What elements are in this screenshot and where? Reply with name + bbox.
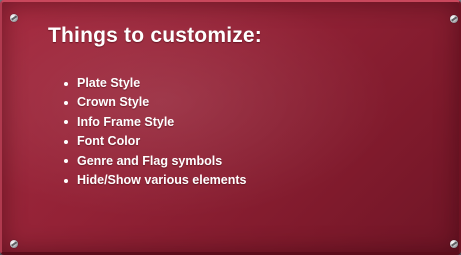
list-item: Font Color: [64, 132, 247, 151]
list-item-label: Genre and Flag symbols: [77, 153, 223, 168]
list-item-label: Info Frame Style: [77, 114, 175, 129]
list-item-label: Font Color: [77, 134, 141, 149]
slide-title: Things to customize:: [48, 24, 262, 47]
bullet-icon: [64, 178, 68, 183]
screw-icon: [10, 14, 18, 22]
screw-icon: [450, 15, 458, 23]
list-item-label: Crown Style: [77, 95, 150, 110]
bullet-icon: [64, 101, 68, 106]
red-plate-panel: Things to customize: Plate Style Crown S…: [0, 0, 461, 255]
screw-icon: [10, 240, 18, 248]
list-item: Info Frame Style: [64, 113, 247, 132]
list-item: Plate Style: [64, 74, 247, 93]
bullet-icon: [64, 159, 68, 164]
customize-list: Plate Style Crown Style Info Frame Style…: [64, 74, 247, 190]
list-item-label: Hide/Show various elements: [77, 172, 247, 187]
list-item: Hide/Show various elements: [64, 171, 247, 190]
list-item-label: Plate Style: [77, 76, 141, 90]
slide-stage: Things to customize: Plate Style Crown S…: [0, 0, 461, 255]
bullet-icon: [64, 139, 68, 144]
screw-icon: [450, 240, 458, 248]
list-item: Genre and Flag symbols: [64, 152, 247, 171]
list-item: Crown Style: [64, 93, 247, 112]
bullet-icon: [64, 120, 68, 125]
bullet-icon: [64, 81, 68, 86]
